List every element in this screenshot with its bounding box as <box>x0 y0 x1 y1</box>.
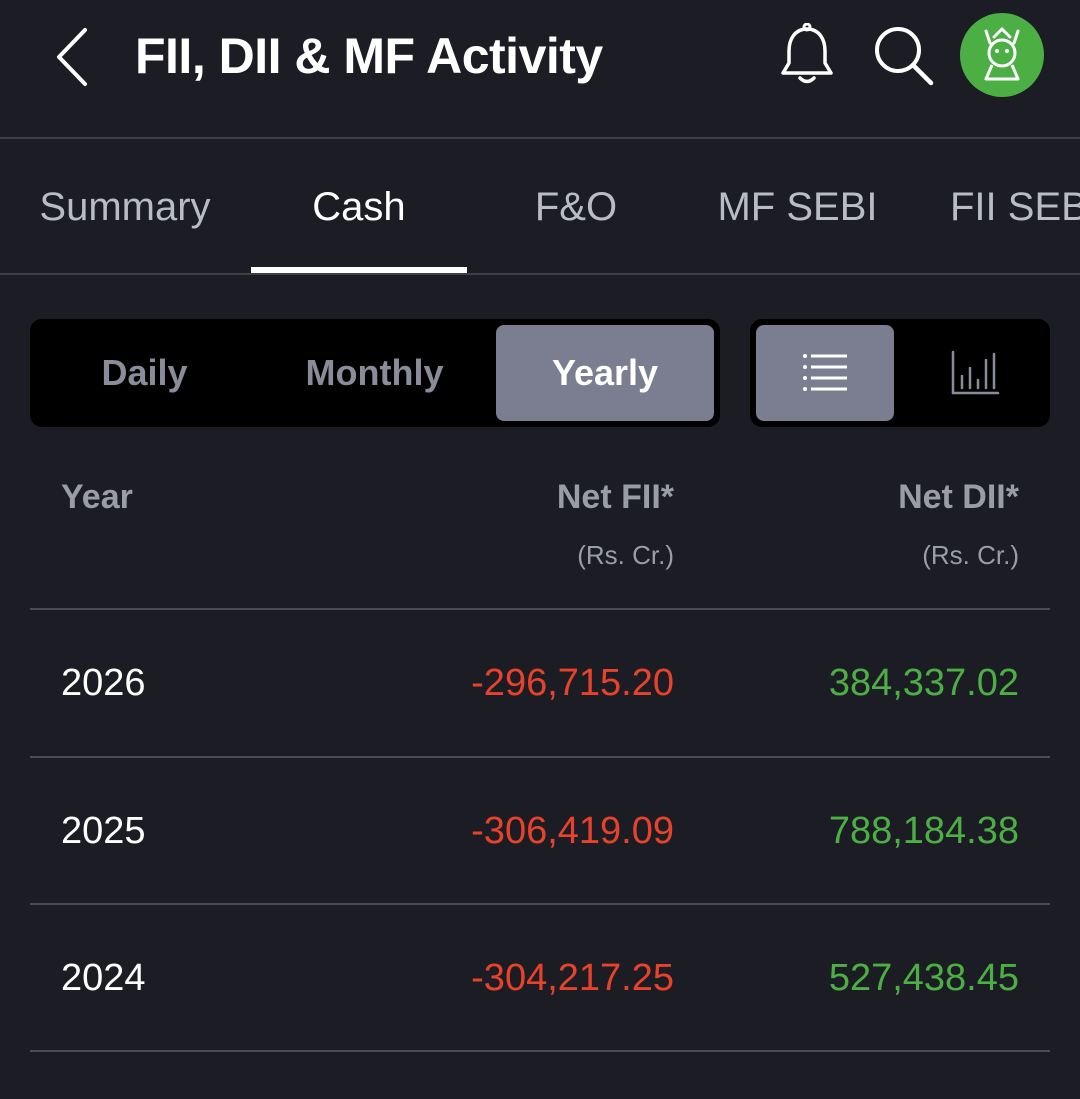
user-avatar-icon <box>984 27 1020 81</box>
header-divider <box>0 137 1080 139</box>
cell-net-dii: 527,438.45 <box>828 956 1019 999</box>
tab-fii-sebi[interactable]: FII SEBI <box>950 140 1080 274</box>
cell-net-fii: -306,419.09 <box>471 809 674 852</box>
page-title: FII, DII & MF Activity <box>135 28 603 84</box>
cell-net-fii: -304,217.25 <box>471 956 674 999</box>
chart-view-button[interactable] <box>906 325 1044 421</box>
column-header-year: Year <box>61 478 133 516</box>
profile-avatar-button[interactable] <box>960 13 1044 97</box>
cell-year: 2024 <box>61 956 146 999</box>
back-button[interactable] <box>46 22 96 92</box>
tab-bar: Summary Cash F&O MF SEBI FII SEBI <box>0 140 1080 274</box>
period-monthly-button[interactable]: Monthly <box>266 325 483 421</box>
notifications-button[interactable] <box>772 20 842 90</box>
tabs-divider <box>0 273 1080 275</box>
app-header: FII, DII & MF Activity <box>0 0 1080 138</box>
cell-net-dii: 384,337.02 <box>828 661 1019 704</box>
bar-chart-icon <box>951 350 1000 395</box>
list-icon <box>803 354 847 391</box>
period-yearly-button[interactable]: Yearly <box>496 325 714 421</box>
chevron-left-icon <box>57 28 87 86</box>
cell-net-dii: 788,184.38 <box>828 809 1019 852</box>
bell-icon <box>781 23 833 84</box>
cell-net-fii: -296,715.20 <box>471 661 674 704</box>
column-unit-net-fii: (Rs. Cr.) <box>577 540 674 570</box>
table-row[interactable]: 2025 -306,419.09 788,184.38 <box>30 758 1050 904</box>
search-icon <box>875 27 934 86</box>
list-view-button[interactable] <box>756 325 894 421</box>
column-header-net-dii: Net DII* <box>898 478 1019 516</box>
page: FII, DII & MF Activity Summary Cash F&O … <box>0 0 1080 1099</box>
period-selector: Daily Monthly Yearly <box>30 319 720 427</box>
table-row[interactable]: 2024 -304,217.25 527,438.45 <box>30 905 1050 1051</box>
search-button[interactable] <box>868 20 938 90</box>
column-header-net-fii: Net FII* <box>556 478 674 516</box>
view-toggle <box>750 319 1050 427</box>
cell-year: 2026 <box>61 661 146 704</box>
tab-mf-sebi[interactable]: MF SEBI <box>690 140 905 274</box>
cell-year: 2025 <box>61 809 146 852</box>
column-unit-net-dii: (Rs. Cr.) <box>922 540 1019 570</box>
tab-summary[interactable]: Summary <box>0 140 250 274</box>
tab-cash[interactable]: Cash <box>251 140 467 274</box>
period-daily-button[interactable]: Daily <box>36 325 253 421</box>
row-divider <box>30 1050 1050 1052</box>
table-row[interactable]: 2026 -296,715.20 384,337.02 <box>30 610 1050 756</box>
tab-fno[interactable]: F&O <box>467 140 685 274</box>
